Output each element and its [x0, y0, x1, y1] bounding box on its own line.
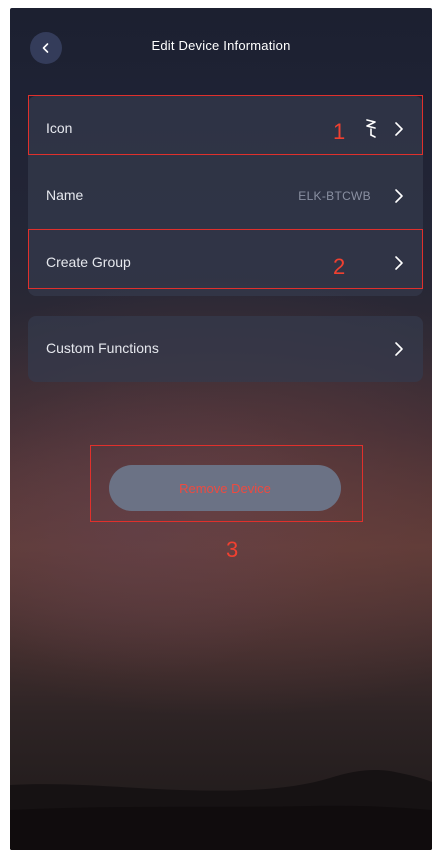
annotation-number-1: 1	[333, 119, 346, 144]
device-name-value: ELK-BTCWB	[298, 189, 371, 203]
chevron-right-icon	[395, 342, 403, 356]
header-bar: Edit Device Information	[10, 28, 432, 64]
icon-row[interactable]: Icon	[28, 96, 423, 162]
lamp-icon	[366, 119, 376, 138]
annotation-number-2: 2	[333, 254, 346, 279]
settings-card: Icon Name ELK-BTCWB Create Group	[28, 96, 423, 296]
icon-row-label: Icon	[46, 120, 73, 136]
chevron-right-icon	[395, 256, 403, 270]
chevron-right-icon	[395, 122, 403, 136]
custom-functions-label: Custom Functions	[46, 340, 159, 356]
page-title: Edit Device Information	[151, 38, 291, 53]
annotation-number-3: 3	[226, 537, 239, 562]
remove-device-button[interactable]: Remove Device	[109, 465, 341, 511]
name-row[interactable]: Name ELK-BTCWB	[28, 163, 423, 229]
chevron-right-icon	[395, 189, 403, 203]
name-row-label: Name	[46, 187, 84, 203]
create-group-label: Create Group	[46, 254, 131, 270]
phone-screen: Edit Device Information Icon Name ELK-BT…	[10, 8, 432, 850]
custom-functions-row[interactable]: Custom Functions	[28, 316, 423, 382]
create-group-row[interactable]: Create Group	[28, 230, 423, 296]
custom-functions-card: Custom Functions	[28, 316, 423, 382]
mountain-silhouette	[10, 770, 432, 850]
